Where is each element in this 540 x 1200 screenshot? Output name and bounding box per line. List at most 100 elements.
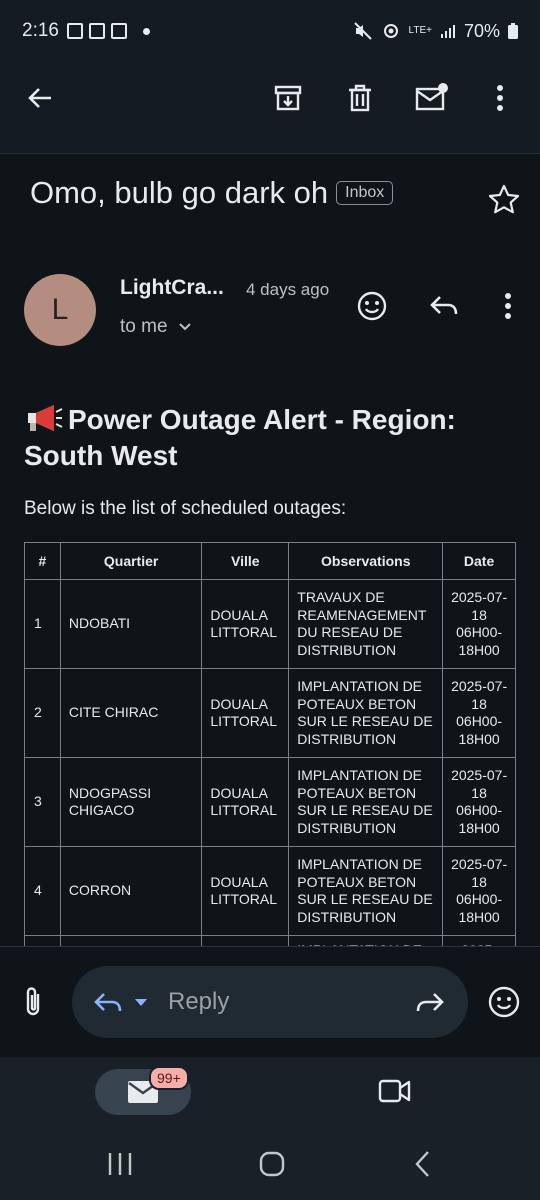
row-number: [24, 935, 61, 946]
battery-percent: 70%: [463, 20, 500, 41]
status-right: LTE+ 70%: [353, 21, 518, 42]
body-intro: Below is the list of scheduled outages:: [24, 498, 347, 519]
archive-button[interactable]: [264, 74, 312, 122]
quick-reply-bar: Reply: [0, 947, 540, 1057]
row-ville: DOUALA LITTORAL: [201, 757, 290, 847]
unread-count-badge: 99+: [149, 1066, 189, 1090]
message-more-button[interactable]: [488, 286, 528, 326]
notification-icons: [66, 23, 150, 39]
megaphone-icon: [28, 405, 63, 431]
checkbox-icon: [110, 23, 127, 39]
row-date: 2025-: [442, 935, 516, 946]
row-observations: IMPLANTATION DE: [288, 935, 444, 946]
battery-icon: [508, 23, 518, 39]
video-icon: [378, 1079, 411, 1103]
column-header-date: Date: [442, 542, 516, 580]
email-toolbar: [0, 62, 540, 154]
forward-button[interactable]: [414, 990, 446, 1021]
paperclip-icon: [26, 987, 40, 1016]
chevron-left-icon: [415, 1151, 429, 1177]
star-button[interactable]: [486, 182, 522, 218]
attach-button[interactable]: [20, 985, 46, 1024]
row-observations: TRAVAUX DE REAMENAGEMENT DU RESEAU DE DI…: [288, 579, 444, 669]
archive-icon: [274, 85, 302, 111]
signal-icon: [440, 25, 455, 38]
system-navigation-bar: [0, 1127, 540, 1200]
mail-unread-icon: [415, 83, 448, 111]
row-observations: IMPLANTATION DE POTEAUX BETON SUR LE RES…: [288, 668, 444, 758]
email-subject: Omo, bulb go dark oh: [30, 175, 329, 210]
outage-table: # Quartier Ville Observations Date 1 NDO…: [24, 542, 516, 946]
body-title: Power Outage Alert - Region: South West: [24, 402, 514, 474]
reply-type-selector[interactable]: [92, 990, 148, 1016]
more-notifications-dot: [142, 27, 150, 35]
home-button[interactable]: [258, 1150, 286, 1183]
row-number: 1: [24, 579, 61, 669]
row-number: 4: [24, 846, 61, 936]
row-date: 2025-07-18 06H00-18H00: [442, 579, 516, 669]
column-header-observations: Observations: [288, 542, 444, 580]
reply-icon: [94, 993, 122, 1012]
body-title-text: Power Outage Alert - Region: South West: [24, 404, 456, 471]
dropdown-arrow-icon: [135, 999, 147, 1006]
sender-name[interactable]: LightCra...: [120, 276, 224, 300]
table-row: 1 NDOBATI DOUALA LITTORAL TRAVAUX DE REA…: [24, 579, 516, 669]
row-number: 2: [24, 668, 61, 758]
row-ville: DOUALA LITTORAL: [201, 846, 290, 936]
mark-unread-button[interactable]: [408, 74, 456, 122]
gallery-icon: [88, 23, 105, 39]
column-header-quartier: Quartier: [59, 542, 203, 580]
row-observations: IMPLANTATION DE POTEAUX BETON SUR LE RES…: [288, 757, 444, 847]
emoji-button[interactable]: [487, 985, 521, 1024]
mute-icon: [353, 22, 372, 40]
delete-button[interactable]: [336, 74, 384, 122]
label-chip[interactable]: Inbox: [336, 181, 394, 205]
recipient-label: to me: [120, 316, 168, 337]
back-button[interactable]: [16, 74, 64, 122]
row-ville: [201, 935, 290, 946]
row-ville: DOUALA LITTORAL: [201, 579, 290, 669]
home-icon: [259, 1151, 285, 1177]
reply-button[interactable]: [424, 286, 464, 326]
notification-app-icon: [66, 23, 83, 39]
recent-apps-icon: [108, 1153, 132, 1175]
row-date: 2025-07-18 06H00-18H00: [442, 757, 516, 847]
add-reaction-button[interactable]: [352, 286, 392, 326]
more-vert-icon: [497, 85, 503, 111]
table-row: 3 NDOGPASSI CHIGACO DOUALA LITTORAL IMPL…: [24, 757, 516, 847]
sent-time: 4 days ago: [246, 280, 330, 299]
avatar[interactable]: L: [24, 274, 96, 346]
emoji-icon: [488, 986, 520, 1018]
emoji-icon: [357, 291, 387, 321]
forward-icon: [416, 993, 444, 1012]
table-row: IMPLANTATION DE 2025-: [24, 935, 516, 946]
recent-apps-button[interactable]: [106, 1151, 134, 1182]
row-observations: IMPLANTATION DE POTEAUX BETON SUR LE RES…: [288, 846, 444, 936]
chevron-down-icon: [178, 323, 191, 331]
row-date: 2025-07-18 06H00-18H00: [442, 668, 516, 758]
network-type: LTE+: [408, 25, 432, 36]
reply-label: Reply: [168, 988, 230, 1015]
bottom-navigation: 99+: [0, 1057, 540, 1127]
table-row: 4 CORRON DOUALA LITTORAL IMPLANTATION DE…: [24, 846, 516, 936]
star-icon: [488, 184, 520, 214]
row-date: 2025-07-18 06H00-18H00: [442, 846, 516, 936]
column-header-number: #: [24, 542, 61, 580]
row-quartier: CORRON: [59, 846, 203, 936]
more-options-button[interactable]: [476, 74, 524, 122]
reply-icon: [430, 296, 458, 315]
arrow-left-icon: [28, 88, 51, 108]
status-bar: 2:16 LTE+ 70%: [0, 0, 540, 62]
nav-meet-tab[interactable]: [378, 1077, 412, 1110]
outage-table-container[interactable]: # Quartier Ville Observations Date 1 NDO…: [24, 542, 516, 946]
more-vert-icon: [505, 293, 511, 319]
sender-row: L LightCra... 4 days ago to me: [24, 272, 530, 346]
row-number: 3: [24, 757, 61, 847]
system-back-button[interactable]: [412, 1149, 434, 1184]
table-row: 2 CITE CHIRAC DOUALA LITTORAL IMPLANTATI…: [24, 668, 516, 758]
reply-field[interactable]: Reply: [72, 966, 468, 1038]
row-quartier: [59, 935, 203, 946]
table-header-row: # Quartier Ville Observations Date: [24, 542, 516, 580]
row-quartier: CITE CHIRAC: [59, 668, 203, 758]
recipient-details[interactable]: to me: [120, 316, 192, 338]
